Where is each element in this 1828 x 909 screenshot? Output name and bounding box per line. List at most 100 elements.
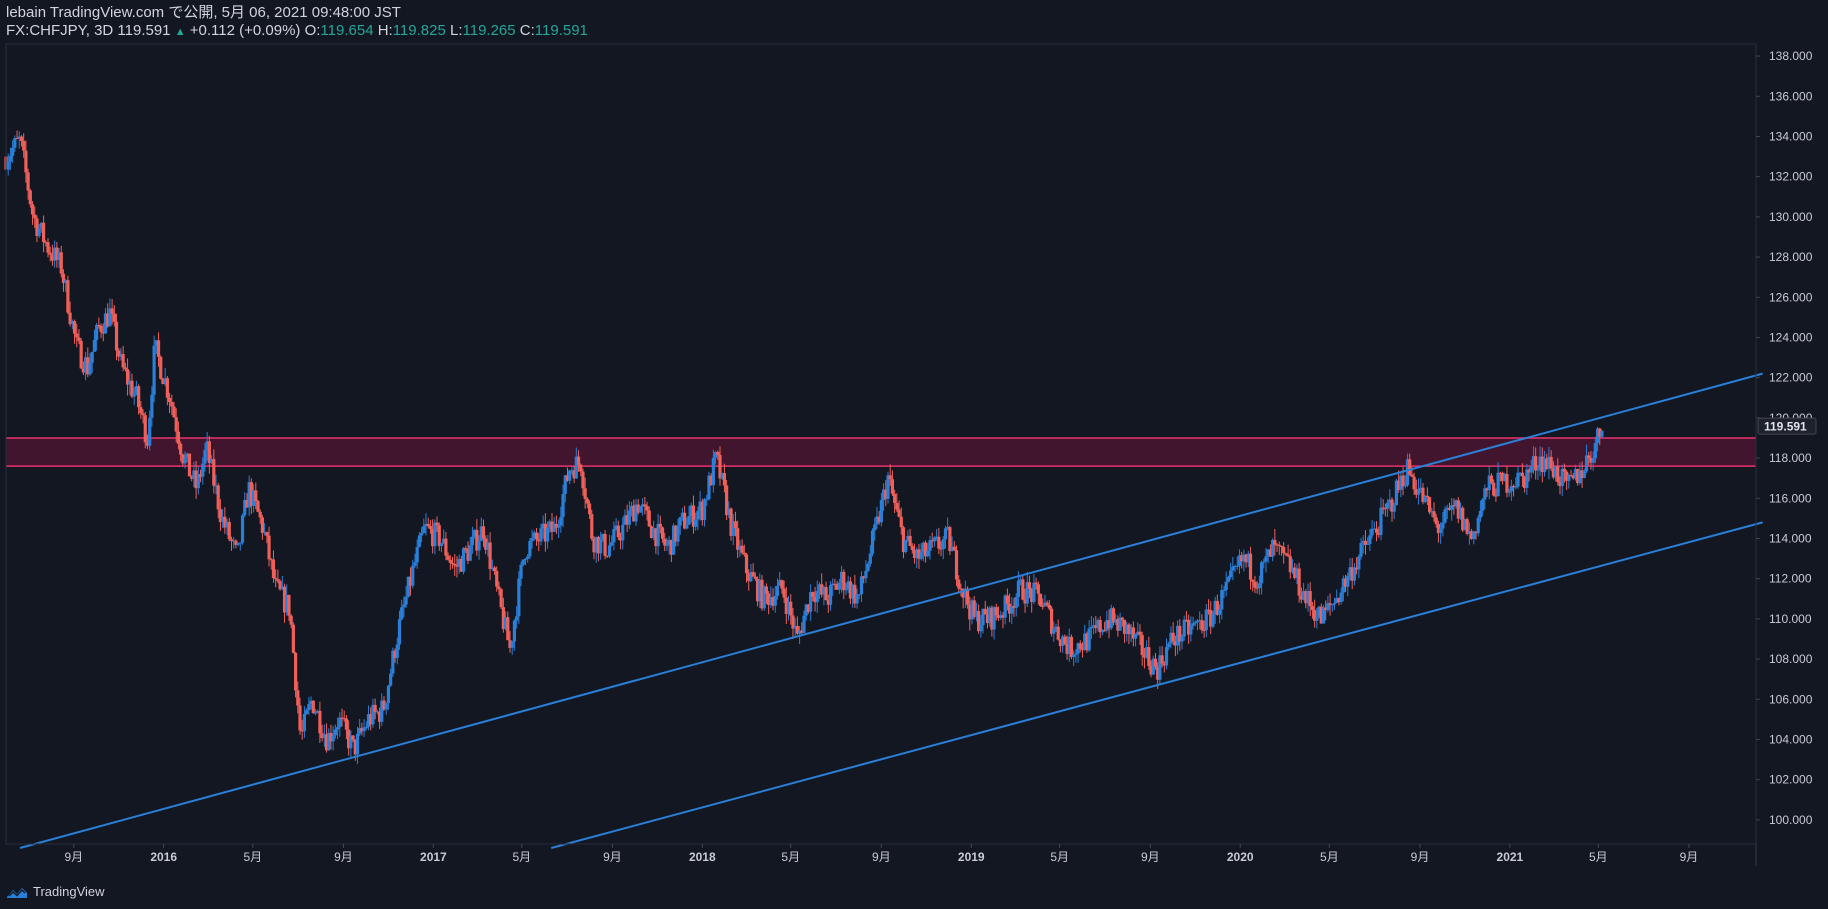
candle-body bbox=[603, 534, 607, 556]
y-tick-label: 114.000 bbox=[1769, 531, 1812, 545]
candle bbox=[603, 529, 607, 560]
candle-body bbox=[530, 537, 534, 541]
candle bbox=[240, 513, 245, 545]
candle bbox=[607, 534, 612, 559]
candle-body bbox=[212, 459, 216, 486]
candle bbox=[30, 201, 35, 225]
candle bbox=[1237, 549, 1242, 574]
candle-body bbox=[1056, 626, 1060, 640]
candle-body bbox=[1392, 505, 1396, 512]
candle bbox=[1098, 616, 1102, 638]
y-tick-label: 136.000 bbox=[1769, 89, 1813, 103]
candle-body bbox=[910, 546, 914, 551]
candle-body bbox=[1200, 620, 1204, 630]
candle-body bbox=[926, 550, 930, 557]
candle-body bbox=[351, 735, 355, 740]
candle-body bbox=[464, 548, 468, 550]
candle-body bbox=[866, 563, 870, 571]
candle-body bbox=[753, 576, 757, 579]
candle bbox=[1476, 515, 1480, 537]
price-chart[interactable]: 100.000 102.000 104.000 106.000 108.000 110.0… bbox=[0, 0, 1828, 909]
candle-body bbox=[148, 417, 152, 446]
candle-body bbox=[1034, 582, 1038, 585]
candle-body bbox=[517, 578, 521, 617]
candle-body bbox=[1339, 592, 1343, 602]
candle bbox=[41, 215, 46, 253]
candle-body bbox=[954, 550, 959, 580]
candle-body bbox=[448, 559, 452, 563]
candle-body bbox=[1069, 636, 1074, 657]
y-tick-label: 100.000 bbox=[1769, 813, 1813, 827]
candle-body bbox=[1235, 565, 1239, 567]
candle bbox=[1525, 463, 1529, 495]
candle-body bbox=[696, 511, 700, 520]
candle-body bbox=[893, 493, 897, 504]
candle-body bbox=[1204, 609, 1208, 631]
candle bbox=[627, 501, 631, 530]
candle-body bbox=[1441, 522, 1445, 529]
candle-body bbox=[1257, 583, 1261, 588]
candle bbox=[1178, 619, 1182, 651]
candle bbox=[207, 435, 211, 474]
candle bbox=[859, 571, 864, 603]
candle-body bbox=[271, 559, 276, 579]
candle-body bbox=[789, 601, 793, 616]
candle-body bbox=[143, 415, 147, 443]
candle-body bbox=[172, 406, 176, 418]
candle-body bbox=[561, 494, 565, 518]
candle-body bbox=[1087, 628, 1091, 651]
candle bbox=[1259, 560, 1264, 595]
candle-body bbox=[908, 535, 912, 547]
candle bbox=[358, 718, 362, 737]
candle bbox=[1131, 621, 1135, 647]
candle-body bbox=[545, 527, 550, 542]
candle-body bbox=[519, 564, 523, 579]
candle-body bbox=[627, 510, 631, 525]
candle-body bbox=[1412, 476, 1416, 490]
candle-body bbox=[1279, 545, 1284, 548]
candle-body bbox=[444, 538, 448, 556]
candle bbox=[1288, 549, 1292, 579]
candle-body bbox=[1038, 593, 1043, 607]
candle-body bbox=[506, 617, 510, 641]
candle-body bbox=[1120, 617, 1124, 620]
candle bbox=[656, 514, 660, 556]
candle-body bbox=[868, 553, 872, 564]
candle bbox=[937, 527, 941, 555]
candle-body bbox=[1401, 475, 1405, 487]
candle bbox=[311, 700, 315, 714]
candle-body bbox=[1089, 626, 1093, 629]
candle-body bbox=[1063, 636, 1067, 644]
candle-body bbox=[1021, 579, 1025, 600]
candle bbox=[864, 560, 868, 584]
candle bbox=[1164, 638, 1169, 670]
candle-body bbox=[559, 517, 563, 526]
candle bbox=[643, 496, 647, 515]
candle-body bbox=[1434, 517, 1438, 525]
x-tick-label: 5月 bbox=[1320, 850, 1339, 864]
candle bbox=[79, 338, 83, 370]
candle-body bbox=[402, 604, 406, 608]
x-tick-label: 5月 bbox=[512, 850, 531, 864]
candle bbox=[338, 712, 342, 737]
candle-body bbox=[488, 542, 492, 570]
candle bbox=[260, 514, 265, 540]
footer: TradingView bbox=[6, 884, 105, 899]
candle-body bbox=[1078, 643, 1082, 649]
candle-body bbox=[30, 204, 35, 215]
candle-body bbox=[685, 524, 689, 529]
candle-body bbox=[28, 190, 32, 205]
candle bbox=[453, 554, 457, 576]
candle-body bbox=[167, 397, 172, 403]
candle-body bbox=[1182, 619, 1186, 637]
candle-body bbox=[705, 499, 709, 501]
candle bbox=[59, 245, 63, 278]
candle-body bbox=[355, 733, 360, 755]
candle-body bbox=[150, 394, 154, 418]
candle-body bbox=[1370, 528, 1374, 536]
candle-body bbox=[780, 580, 784, 589]
candle bbox=[66, 275, 70, 315]
candle bbox=[1253, 575, 1257, 594]
candle-body bbox=[722, 473, 727, 486]
y-tick-label: 122.000 bbox=[1769, 371, 1813, 385]
